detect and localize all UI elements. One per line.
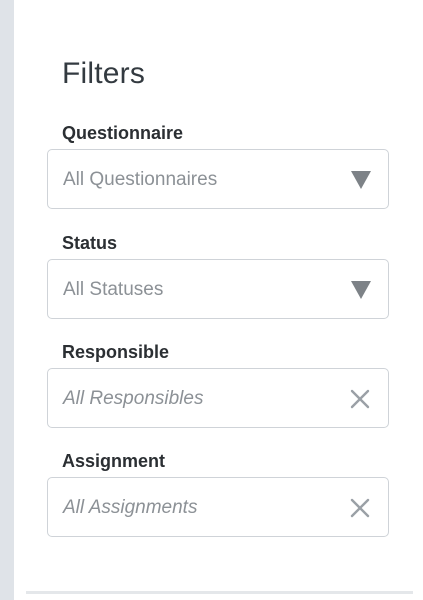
left-sidebar-edge — [0, 0, 14, 600]
responsible-combobox[interactable]: All Responsibles — [47, 368, 389, 428]
assignment-label: Assignment — [62, 451, 166, 471]
chevron-down-icon[interactable] — [351, 171, 371, 189]
status-label: Status — [62, 233, 118, 253]
responsible-filter: Responsible All Responsibles — [47, 341, 389, 428]
close-icon[interactable] — [346, 494, 374, 522]
questionnaire-label: Questionnaire — [62, 123, 184, 143]
page: Filters Questionnaire All Questionnaires… — [0, 0, 423, 600]
assignment-placeholder: All Assignments — [63, 497, 198, 518]
assignment-combobox[interactable]: All Assignments — [47, 477, 389, 537]
questionnaire-select[interactable]: All Questionnaires — [47, 149, 389, 209]
close-icon[interactable] — [346, 385, 374, 413]
filters-panel: Filters Questionnaire All Questionnaires… — [14, 0, 423, 600]
status-selected-value: All Statuses — [63, 279, 164, 300]
questionnaire-filter: Questionnaire All Questionnaires — [47, 122, 389, 209]
questionnaire-selected-value: All Questionnaires — [63, 169, 218, 190]
bottom-divider — [26, 591, 413, 594]
assignment-filter: Assignment All Assignments — [47, 450, 389, 537]
responsible-placeholder: All Responsibles — [63, 388, 204, 409]
chevron-down-icon[interactable] — [351, 281, 371, 299]
status-select[interactable]: All Statuses — [47, 259, 389, 319]
responsible-label: Responsible — [62, 342, 170, 362]
filters-title: Filters — [62, 57, 146, 90]
status-filter: Status All Statuses — [47, 232, 389, 319]
